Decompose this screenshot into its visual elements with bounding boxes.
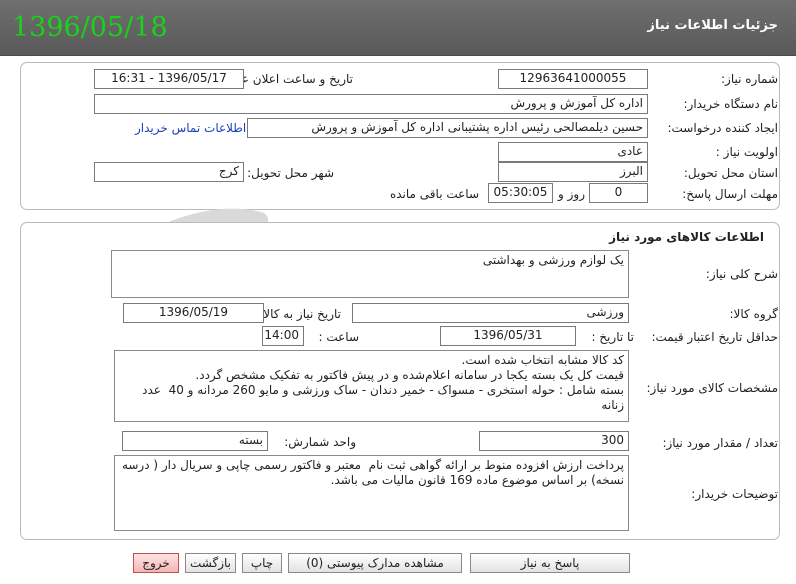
until-date-label: تا تاریخ :	[591, 330, 634, 344]
quantity-label: تعداد / مقدار مورد نیاز:	[662, 436, 778, 450]
price-validity-label: حداقل تاریخ اعتبار قیمت:	[651, 330, 778, 344]
buyer-label: نام دستگاه خریدار:	[683, 97, 779, 111]
hour-field: 14:00	[262, 326, 304, 346]
summary-field: یک لوازم ورزشی و بهداشتی	[111, 250, 629, 298]
buyer-field: اداره کل آموزش و پرورش	[94, 94, 648, 114]
back-button[interactable]: بازگشت	[185, 553, 236, 573]
province-label: استان محل تحویل:	[683, 166, 778, 180]
buyer-contact-link[interactable]: اطلاعات تماس خریدار	[135, 121, 246, 135]
city-label: شهر محل تحویل:	[247, 166, 334, 180]
specs-label: مشخصات کالای مورد نیاز:	[646, 381, 778, 395]
quantity-field: 300	[479, 431, 629, 451]
summary-label: شرح کلی نیاز:	[705, 267, 778, 281]
deadline-label: مهلت ارسال پاسخ:	[682, 187, 778, 201]
announce-date-field: 1396/05/17 - 16:31	[94, 69, 244, 89]
deadline-time-field: 05:30:05	[488, 183, 553, 203]
priority-label: اولویت نیاز :	[715, 145, 778, 159]
need-date-field: 1396/05/19	[123, 303, 264, 323]
deadline-days-field: 0	[589, 183, 648, 203]
date-stamp: 1396/05/18	[12, 12, 168, 43]
goods-section-title: اطلاعات کالاهای مورد نیاز	[609, 230, 764, 244]
need-number-label: شماره نیاز:	[721, 72, 778, 86]
reply-button[interactable]: پاسخ به نیاز	[470, 553, 630, 573]
goods-group-field: ورزشی	[352, 303, 629, 323]
need-date-label: تاریخ نیاز به کالا:	[259, 307, 341, 321]
buyer-notes-field: پرداخت ارزش افزوده منوط بر ارائه گواهی ث…	[114, 455, 629, 531]
unit-label: واحد شمارش:	[284, 435, 356, 449]
attachments-button[interactable]: مشاهده مدارک پیوستی (0)	[288, 553, 462, 573]
province-field: البرز	[498, 162, 648, 182]
buyer-notes-label: توضیحات خریدار:	[691, 487, 778, 501]
until-date-field: 1396/05/31	[440, 326, 576, 346]
deadline-time-unit: ساعت باقی مانده	[389, 187, 479, 201]
need-number-field: 12963641000055	[498, 69, 648, 89]
print-button[interactable]: چاپ	[242, 553, 282, 573]
priority-field: عادی	[498, 142, 648, 162]
requester-label: ایجاد کننده درخواست:	[667, 121, 778, 135]
deadline-days-unit: روز و	[558, 187, 585, 201]
goods-group-label: گروه کالا:	[729, 307, 779, 321]
requester-field: حسین دیلمصالحی رئیس اداره پشتیبانی اداره…	[247, 118, 648, 138]
city-field: کرج	[94, 162, 244, 182]
hour-label: ساعت :	[318, 330, 359, 344]
unit-field: بسته	[122, 431, 268, 451]
page-title: جزئیات اطلاعات نیاز	[647, 18, 778, 33]
specs-field: کد کالا مشابه انتخاب شده است. قیمت کل یک…	[114, 350, 629, 422]
exit-button[interactable]: خروج	[133, 553, 179, 573]
